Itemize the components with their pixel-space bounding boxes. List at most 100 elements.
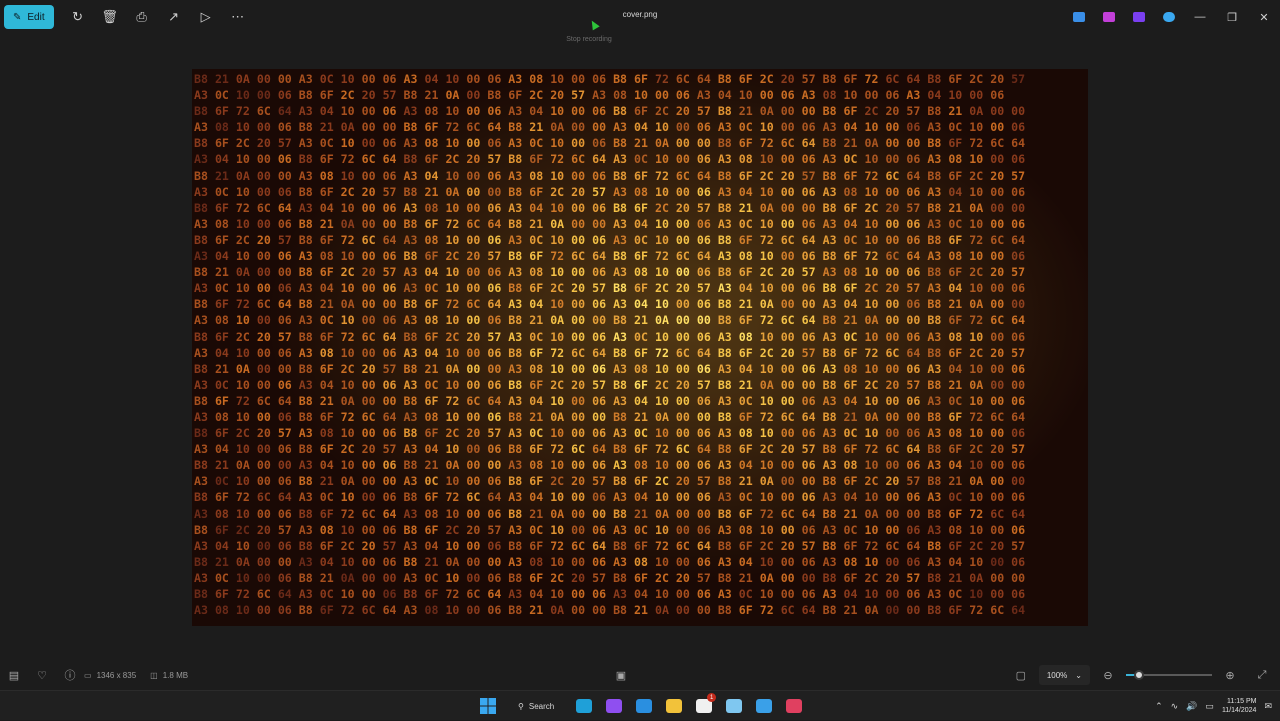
wifi-icon[interactable]: ∿ <box>1171 701 1179 712</box>
hex-byte: B8 <box>298 603 320 618</box>
zoom-dropdown[interactable]: 100% ⌄ <box>1038 665 1090 685</box>
hex-byte: 06 <box>906 216 928 231</box>
zoom-slider-thumb[interactable] <box>1133 670 1144 680</box>
delete-icon[interactable]: 🗑 <box>94 2 126 32</box>
snipping-tool-icon[interactable] <box>780 692 808 720</box>
onedrive-icon[interactable] <box>1154 2 1184 32</box>
messenger-icon[interactable] <box>600 692 628 720</box>
print-icon[interactable]: ⎙ <box>126 2 158 32</box>
volume-icon[interactable]: 🔊 <box>1186 701 1197 712</box>
vscode-icon[interactable] <box>630 692 658 720</box>
filmstrip-icon[interactable]: ▤ <box>0 661 28 689</box>
hex-byte: 57 <box>487 522 509 537</box>
rotate-icon[interactable]: ↻ <box>62 2 94 32</box>
hex-byte: 0C <box>319 136 341 151</box>
hex-byte: 06 <box>906 490 928 505</box>
hex-byte: 00 <box>780 490 802 505</box>
slideshow-icon[interactable]: ▷ <box>190 2 222 32</box>
hex-byte: 06 <box>277 281 299 296</box>
hex-byte: 2C <box>445 249 467 264</box>
designer-icon[interactable] <box>1094 2 1124 32</box>
file-explorer-icon[interactable] <box>660 692 688 720</box>
hex-byte: B8 <box>613 168 635 183</box>
hex-byte: 20 <box>571 377 593 392</box>
hex-byte: 0C <box>634 426 655 441</box>
hex-byte: 6C <box>571 152 593 167</box>
hex-byte: 57 <box>382 88 404 103</box>
fit-to-window-icon[interactable]: ▣ <box>607 661 635 689</box>
hex-byte: 10 <box>969 426 991 441</box>
hex-byte: 08 <box>529 361 551 376</box>
hex-byte: B8 <box>822 168 844 183</box>
hex-byte: 00 <box>675 152 697 167</box>
messenger-icon-glyph <box>606 699 623 713</box>
paint-icon[interactable] <box>1064 2 1094 32</box>
actual-size-icon[interactable]: ▢ <box>1007 661 1035 689</box>
clipchamp-icon[interactable] <box>1124 2 1154 32</box>
hex-byte: A3 <box>298 426 320 441</box>
hex-byte: 04 <box>843 490 865 505</box>
chevron-up-icon[interactable]: ⌃ <box>1155 701 1163 712</box>
edge-icon[interactable] <box>570 692 598 720</box>
zoom-out-icon[interactable]: ⊖ <box>1094 661 1122 689</box>
zoom-slider[interactable] <box>1126 668 1212 682</box>
image-viewer[interactable]: B8 21 0A 00 00 A3 0C 10 00 06 A3 04 10 0… <box>192 69 1088 626</box>
hex-byte: 6F <box>738 232 760 247</box>
hex-byte: A3 <box>613 490 635 505</box>
hex-byte: 06 <box>382 377 404 392</box>
favorite-icon[interactable]: ♡ <box>28 661 56 689</box>
hex-byte: 72 <box>654 72 676 86</box>
maximize-button[interactable]: ❐ <box>1216 2 1248 32</box>
share-icon[interactable]: ↗ <box>158 2 190 32</box>
battery-icon[interactable]: ▭ <box>1205 701 1214 712</box>
hex-row: B8 6F 2C 20 57 A3 0C 10 00 06 A3 08 10 0… <box>194 135 1088 151</box>
hex-byte: 10 <box>759 184 781 199</box>
fullscreen-icon[interactable]: ⤢ <box>1248 661 1276 689</box>
hex-byte: 06 <box>801 426 823 441</box>
notifications-icon[interactable]: ✉ <box>1264 701 1272 712</box>
hex-byte: 04 <box>717 88 739 103</box>
hex-byte: 21 <box>843 603 865 618</box>
notepad-icon[interactable] <box>720 692 748 720</box>
hex-byte: A3 <box>403 232 425 247</box>
hex-byte: 06 <box>592 168 614 183</box>
hex-byte: 00 <box>885 522 907 537</box>
hex-byte: 0A <box>759 570 781 585</box>
hex-byte: 57 <box>696 377 718 392</box>
clock[interactable]: 11:15 PM 11/14/2024 <box>1222 697 1257 715</box>
hex-byte: 72 <box>654 249 676 264</box>
hex-byte: 20 <box>571 281 593 296</box>
paint-app-icon[interactable] <box>750 692 778 720</box>
edit-button[interactable]: ✎ Edit <box>4 5 54 29</box>
hex-byte: 72 <box>340 603 362 618</box>
hex-byte: 6F <box>843 200 865 215</box>
info-icon[interactable]: ⓘ <box>56 661 84 689</box>
hex-byte: 00 <box>256 152 278 167</box>
hex-byte: B8 <box>298 538 320 553</box>
zoom-in-icon[interactable]: ⊕ <box>1216 661 1244 689</box>
chat-app-icon[interactable]: 1 <box>690 692 718 720</box>
hex-byte: 0A <box>654 136 676 151</box>
minimize-button[interactable]: — <box>1184 2 1216 32</box>
taskbar-search[interactable]: ⚲ Search <box>508 695 564 717</box>
hex-byte: 06 <box>382 249 404 264</box>
hex-byte: 00 <box>990 490 1012 505</box>
start-icon[interactable] <box>474 692 502 720</box>
close-button[interactable]: ✕ <box>1248 2 1280 32</box>
hex-byte: 06 <box>906 265 928 280</box>
hex-byte: 06 <box>1011 393 1026 408</box>
hex-byte: 04 <box>319 200 341 215</box>
hex-byte: 10 <box>340 377 362 392</box>
hex-row: A3 08 10 00 06 B8 6F 72 6C 64 A3 08 10 0… <box>194 506 1088 522</box>
hex-byte: B8 <box>717 313 739 328</box>
hex-byte: A3 <box>508 265 530 280</box>
hex-byte: 06 <box>382 490 404 505</box>
hex-byte: 00 <box>801 570 823 585</box>
hex-byte: B8 <box>927 313 949 328</box>
more-icon[interactable]: ⋯ <box>222 2 254 32</box>
hex-byte: B8 <box>194 490 215 505</box>
hex-byte: 06 <box>906 361 928 376</box>
hex-byte: 08 <box>948 426 970 441</box>
hex-byte: A3 <box>717 281 739 296</box>
hex-byte: 04 <box>634 297 655 312</box>
